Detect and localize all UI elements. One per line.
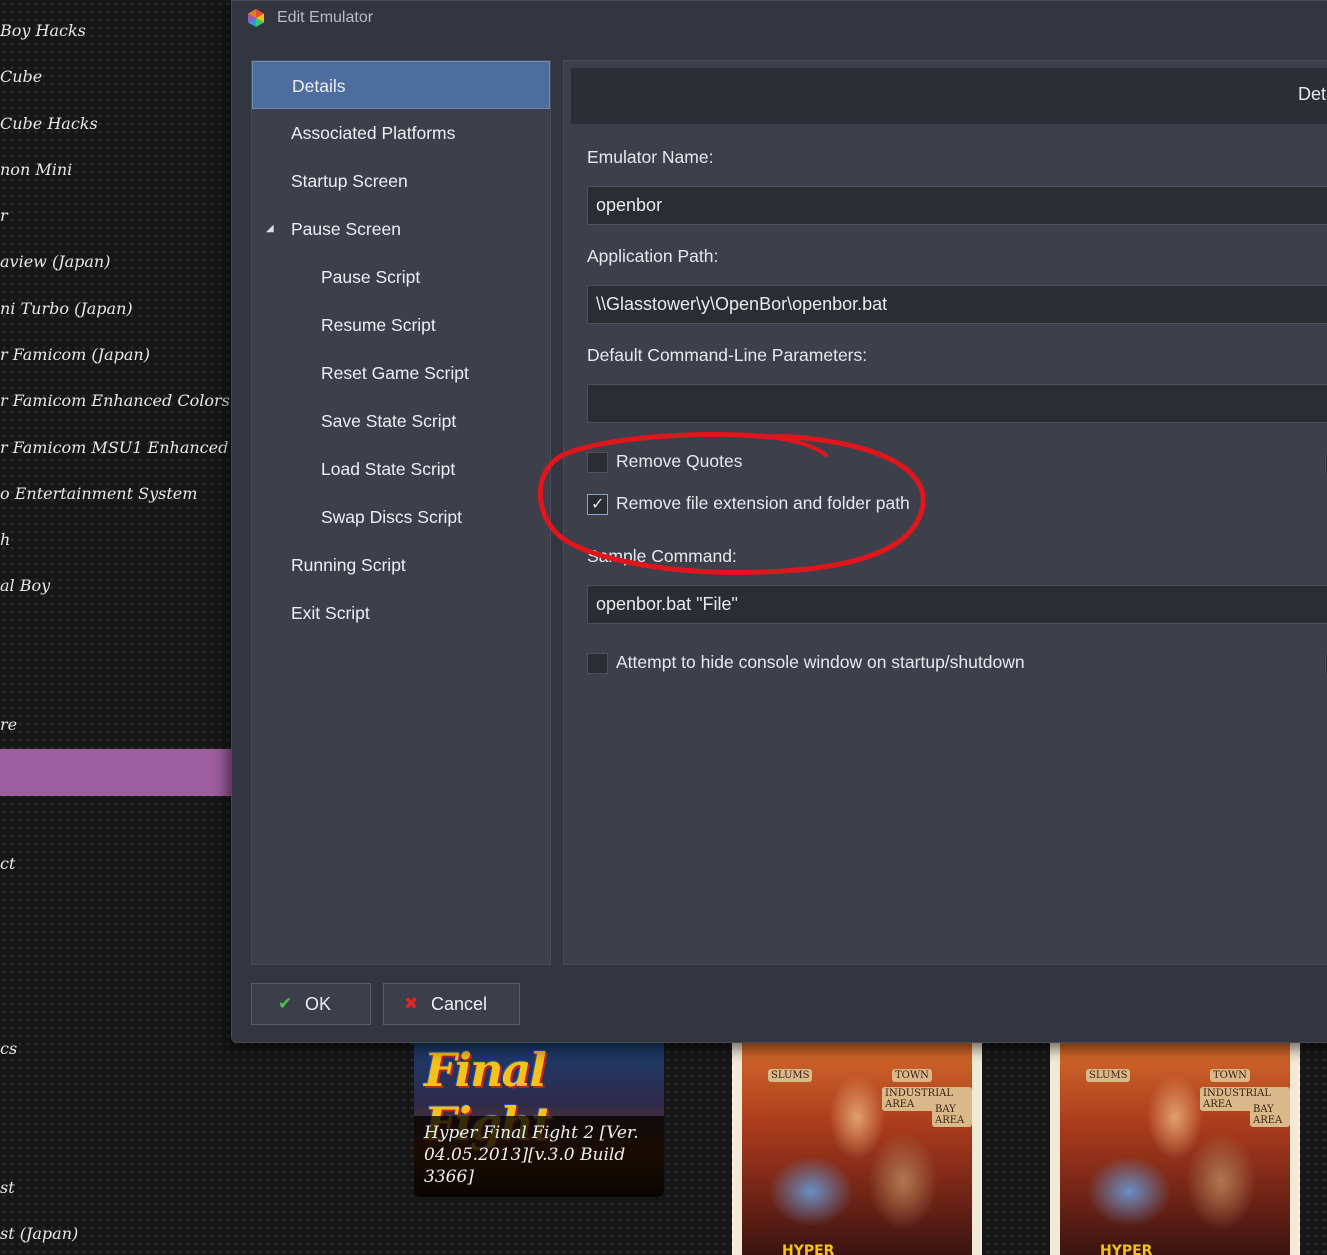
ok-button-label: OK bbox=[305, 994, 332, 1014]
game-tile-cover-art[interactable]: SLUMS TOWN INDUSTRIAL AREA BAY AREA HYPE… bbox=[1050, 1043, 1300, 1255]
nav-item-label: Running Script bbox=[291, 555, 406, 575]
nav-item-save-state-script[interactable]: Save State Script bbox=[252, 397, 550, 445]
remove-quotes-label[interactable]: Remove Quotes bbox=[616, 451, 742, 472]
hide-console-checkbox[interactable] bbox=[587, 653, 608, 674]
hide-console-label[interactable]: Attempt to hide console window on startu… bbox=[616, 652, 1025, 673]
emulator-name-label: Emulator Name: bbox=[587, 147, 714, 167]
cover-sign: BAY AREA bbox=[1250, 1103, 1290, 1127]
dialog-title: Edit Emulator bbox=[277, 9, 374, 26]
dialog-title-bar[interactable]: Edit Emulator bbox=[232, 1, 1327, 37]
nav-item-details[interactable]: Details bbox=[252, 61, 550, 109]
platform-list: Boy Hacks Cube Cube Hacks non Mini r avi… bbox=[0, 0, 232, 1255]
nav-item-swap-discs-script[interactable]: Swap Discs Script bbox=[252, 493, 550, 541]
nav-item-label: Associated Platforms bbox=[291, 123, 456, 143]
nav-item-label: Reset Game Script bbox=[321, 363, 469, 383]
cover-bottom-text: HYPER bbox=[1100, 1243, 1153, 1255]
platform-list-selected-highlight[interactable] bbox=[0, 749, 232, 796]
sample-command-field: openbor.bat "File" bbox=[587, 585, 1327, 624]
cancel-button[interactable]: ✖ Cancel bbox=[383, 983, 520, 1025]
close-icon: ✖ bbox=[404, 994, 419, 1013]
edit-emulator-dialog: Edit Emulator Details Associated Platfor… bbox=[231, 0, 1327, 1043]
platform-list-item[interactable]: al Boy bbox=[0, 575, 50, 597]
platform-list-item[interactable]: r Famicom (Japan) bbox=[0, 344, 150, 366]
nav-item-pause-screen[interactable]: ◢ Pause Screen bbox=[252, 205, 550, 253]
platform-list-item[interactable]: Cube bbox=[0, 66, 42, 88]
command-line-params-input[interactable] bbox=[587, 384, 1327, 423]
platform-list-item[interactable]: non Mini bbox=[0, 159, 72, 181]
details-header-bar: Details bbox=[571, 68, 1327, 124]
launchbox-app-icon bbox=[248, 9, 264, 27]
cover-art-image: SLUMS TOWN INDUSTRIAL AREA BAY AREA HYPE… bbox=[1060, 1043, 1290, 1255]
cover-art-image: SLUMS TOWN INDUSTRIAL AREA BAY AREA HYPE… bbox=[742, 1043, 972, 1255]
remove-extension-label[interactable]: Remove file extension and folder path bbox=[616, 493, 910, 514]
nav-item-label: Pause Script bbox=[321, 267, 421, 287]
platform-list-item[interactable]: ct bbox=[0, 853, 15, 875]
cover-sign: TOWN bbox=[892, 1069, 932, 1082]
platform-list-item[interactable]: st bbox=[0, 1177, 15, 1199]
nav-item-pause-script[interactable]: Pause Script bbox=[252, 253, 550, 301]
nav-item-exit-script[interactable]: Exit Script bbox=[252, 589, 550, 637]
cover-sign: TOWN bbox=[1210, 1069, 1250, 1082]
nav-item-label: Resume Script bbox=[321, 315, 436, 335]
platform-list-item[interactable]: r Famicom Enhanced Colors bbox=[0, 390, 230, 412]
platform-list-item[interactable]: st (Japan) bbox=[0, 1223, 78, 1245]
expand-arrow-icon[interactable]: ◢ bbox=[266, 205, 274, 253]
platform-list-item[interactable]: r Famicom MSU1 Enhanced bbox=[0, 437, 228, 459]
nav-item-label: Pause Screen bbox=[291, 219, 401, 239]
check-icon: ✓ bbox=[591, 494, 605, 513]
nav-item-running-script[interactable]: Running Script bbox=[252, 541, 550, 589]
command-line-params-label: Default Command-Line Parameters: bbox=[587, 345, 868, 365]
platform-list-item[interactable]: re bbox=[0, 714, 17, 736]
nav-item-associated-platforms[interactable]: Associated Platforms bbox=[252, 109, 550, 157]
remove-quotes-checkbox[interactable] bbox=[587, 452, 608, 473]
game-tile-cover-art[interactable]: SLUMS TOWN INDUSTRIAL AREA BAY AREA HYPE… bbox=[732, 1043, 982, 1255]
cover-bottom-text: HYPER bbox=[782, 1243, 835, 1255]
emulator-name-input[interactable]: openbor bbox=[587, 186, 1327, 225]
platform-list-item[interactable]: aview (Japan) bbox=[0, 251, 110, 273]
settings-nav-panel: Details Associated Platforms Startup Scr… bbox=[251, 60, 551, 965]
sample-command-label: Sample Command: bbox=[587, 546, 737, 566]
nav-item-label: Exit Script bbox=[291, 603, 370, 623]
cover-sign: BAY AREA bbox=[932, 1103, 972, 1127]
platform-list-item[interactable]: r bbox=[0, 205, 8, 227]
nav-item-startup-screen[interactable]: Startup Screen bbox=[252, 157, 550, 205]
platform-list-item[interactable]: Cube Hacks bbox=[0, 113, 98, 135]
ok-button[interactable]: ✔ OK bbox=[251, 983, 371, 1025]
nav-item-resume-script[interactable]: Resume Script bbox=[252, 301, 550, 349]
nav-item-label: Startup Screen bbox=[291, 171, 408, 191]
platform-list-item[interactable]: ni Turbo (Japan) bbox=[0, 298, 133, 320]
nav-item-label: Swap Discs Script bbox=[321, 507, 463, 527]
application-path-input[interactable]: \\Glasstower\y\OpenBor\openbor.bat bbox=[587, 285, 1327, 324]
check-icon: ✔ bbox=[278, 994, 293, 1013]
platform-list-item[interactable]: h bbox=[0, 529, 10, 551]
nav-item-load-state-script[interactable]: Load State Script bbox=[252, 445, 550, 493]
nav-item-label: Save State Script bbox=[321, 411, 457, 431]
application-path-label: Application Path: bbox=[587, 246, 719, 266]
details-content-panel: Details Emulator Name: openbor Applicati… bbox=[563, 60, 1327, 965]
platform-list-item[interactable]: o Entertainment System bbox=[0, 483, 197, 505]
cover-sign: SLUMS bbox=[1086, 1069, 1131, 1082]
cancel-button-label: Cancel bbox=[431, 994, 488, 1014]
game-title-caption: Hyper Final Fight 2 [Ver. 04.05.2013][v.… bbox=[414, 1116, 664, 1197]
platform-list-item[interactable]: cs bbox=[0, 1038, 17, 1060]
nav-item-label: Details bbox=[292, 76, 346, 96]
nav-item-reset-game-script[interactable]: Reset Game Script bbox=[252, 349, 550, 397]
cover-sign: SLUMS bbox=[768, 1069, 813, 1082]
platform-list-item[interactable]: Boy Hacks bbox=[0, 20, 86, 42]
nav-item-label: Load State Script bbox=[321, 459, 456, 479]
game-tile-final-fight[interactable]: Final Fight Hyper Final Fight 2 [Ver. 04… bbox=[414, 1043, 664, 1197]
remove-extension-checkbox[interactable]: ✓ bbox=[587, 494, 608, 515]
details-header-title: Details bbox=[1298, 84, 1327, 104]
